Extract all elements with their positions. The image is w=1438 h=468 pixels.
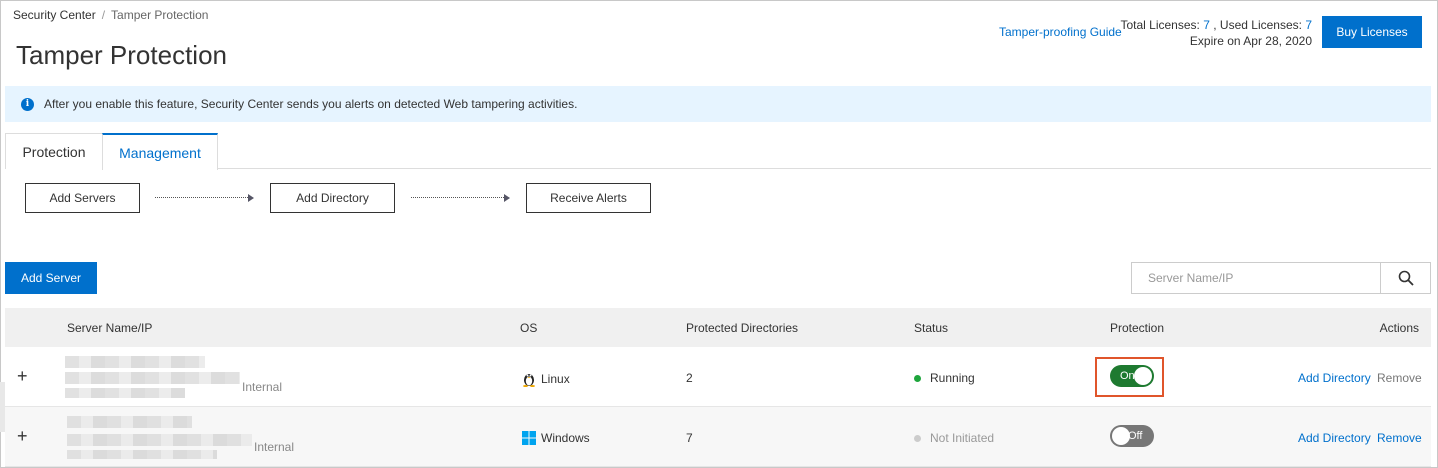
tab-management[interactable]: Management [102,133,218,170]
breadcrumb-separator: / [101,8,106,22]
redacted-server-ip [65,372,240,384]
search-button[interactable] [1380,263,1430,293]
step-arrow [411,197,506,198]
tamper-proofing-guide-link[interactable]: Tamper-proofing Guide [999,25,1122,39]
total-licenses-label: Total Licenses: [1120,18,1200,32]
info-alert: i After you enable this feature, Securit… [5,86,1431,122]
os-cell: Linux [522,371,570,387]
protection-toggle[interactable]: Off [1110,425,1154,447]
used-licenses-label: , Used Licenses: [1213,18,1302,32]
license-info: Total Licenses: 7 , Used Licenses: 7 Exp… [1120,17,1312,49]
total-licenses-value: 7 [1203,18,1210,32]
arrow-right-icon [504,194,510,202]
status-cell: Not Initiated [914,431,994,445]
status-cell: Running [914,371,975,385]
step-add-servers: Add Servers [25,183,140,213]
highlight-box [1095,357,1164,397]
info-icon: i [21,97,34,111]
redacted-server-name [65,356,205,368]
windows-icon [522,431,536,445]
remove-link[interactable]: Remove [1377,431,1422,445]
status-dot-icon [914,434,921,442]
linux-icon [522,371,536,387]
tab-bar: Protection Management [5,133,1431,170]
redacted-server-extra [65,388,185,398]
column-header-server: Server Name/IP [67,321,153,335]
search-input[interactable] [1132,263,1380,293]
status-text: Running [930,371,975,385]
os-cell: Windows [522,431,590,445]
column-header-protection: Protection [1110,321,1165,335]
breadcrumb-current: Tamper Protection [111,8,209,22]
column-header-protected-directories: Protected Directories [686,321,799,335]
arrow-right-icon [248,194,254,202]
alert-text: After you enable this feature, Security … [44,97,578,111]
page-title: Tamper Protection [16,40,227,70]
redacted-server-name [67,416,192,428]
redacted-server-ip [67,434,252,446]
scrollbar[interactable] [0,382,5,432]
expire-date: Expire on Apr 28, 2020 [1189,34,1312,48]
step-add-directory: Add Directory [270,183,395,213]
redacted-server-extra [67,450,217,459]
add-server-button[interactable]: Add Server [5,262,97,294]
step-arrow [155,197,250,198]
network-type-label: Internal [254,440,295,454]
add-directory-link[interactable]: Add Directory [1298,371,1371,385]
step-receive-alerts: Receive Alerts [526,183,651,213]
status-text: Not Initiated [930,431,995,445]
column-header-status: Status [914,321,949,335]
status-dot-icon [914,374,921,382]
expand-icon[interactable]: + [17,427,28,445]
column-header-os: OS [520,321,538,335]
used-licenses-value: 7 [1305,18,1312,32]
tab-protection[interactable]: Protection [5,133,103,169]
protected-directories-count: 2 [686,371,693,385]
column-header-actions: Actions [1379,321,1419,335]
expand-icon[interactable]: + [17,367,28,385]
servers-table: Server Name/IP OS Protected Directories … [5,308,1431,467]
protected-directories-count: 7 [686,431,693,445]
toggle-knob [1112,427,1130,445]
breadcrumb-root[interactable]: Security Center [13,8,96,22]
os-name: Linux [541,372,570,386]
search-icon [1398,270,1414,286]
table-row: + Internal Linux 2 Running On Add Direct… [5,347,1431,407]
remove-link[interactable]: Remove [1377,371,1422,385]
table-row: + Internal Windows 7 Not Initiated Off A… [5,407,1431,467]
os-name: Windows [541,431,590,445]
search-box [1131,262,1431,294]
add-directory-link[interactable]: Add Directory [1298,431,1371,445]
network-type-label: Internal [242,380,283,394]
table-header: Server Name/IP OS Protected Directories … [5,308,1431,347]
toggle-label: Off [1128,430,1143,442]
buy-licenses-button[interactable]: Buy Licenses [1322,16,1422,48]
breadcrumb: Security Center / Tamper Protection [13,8,208,22]
